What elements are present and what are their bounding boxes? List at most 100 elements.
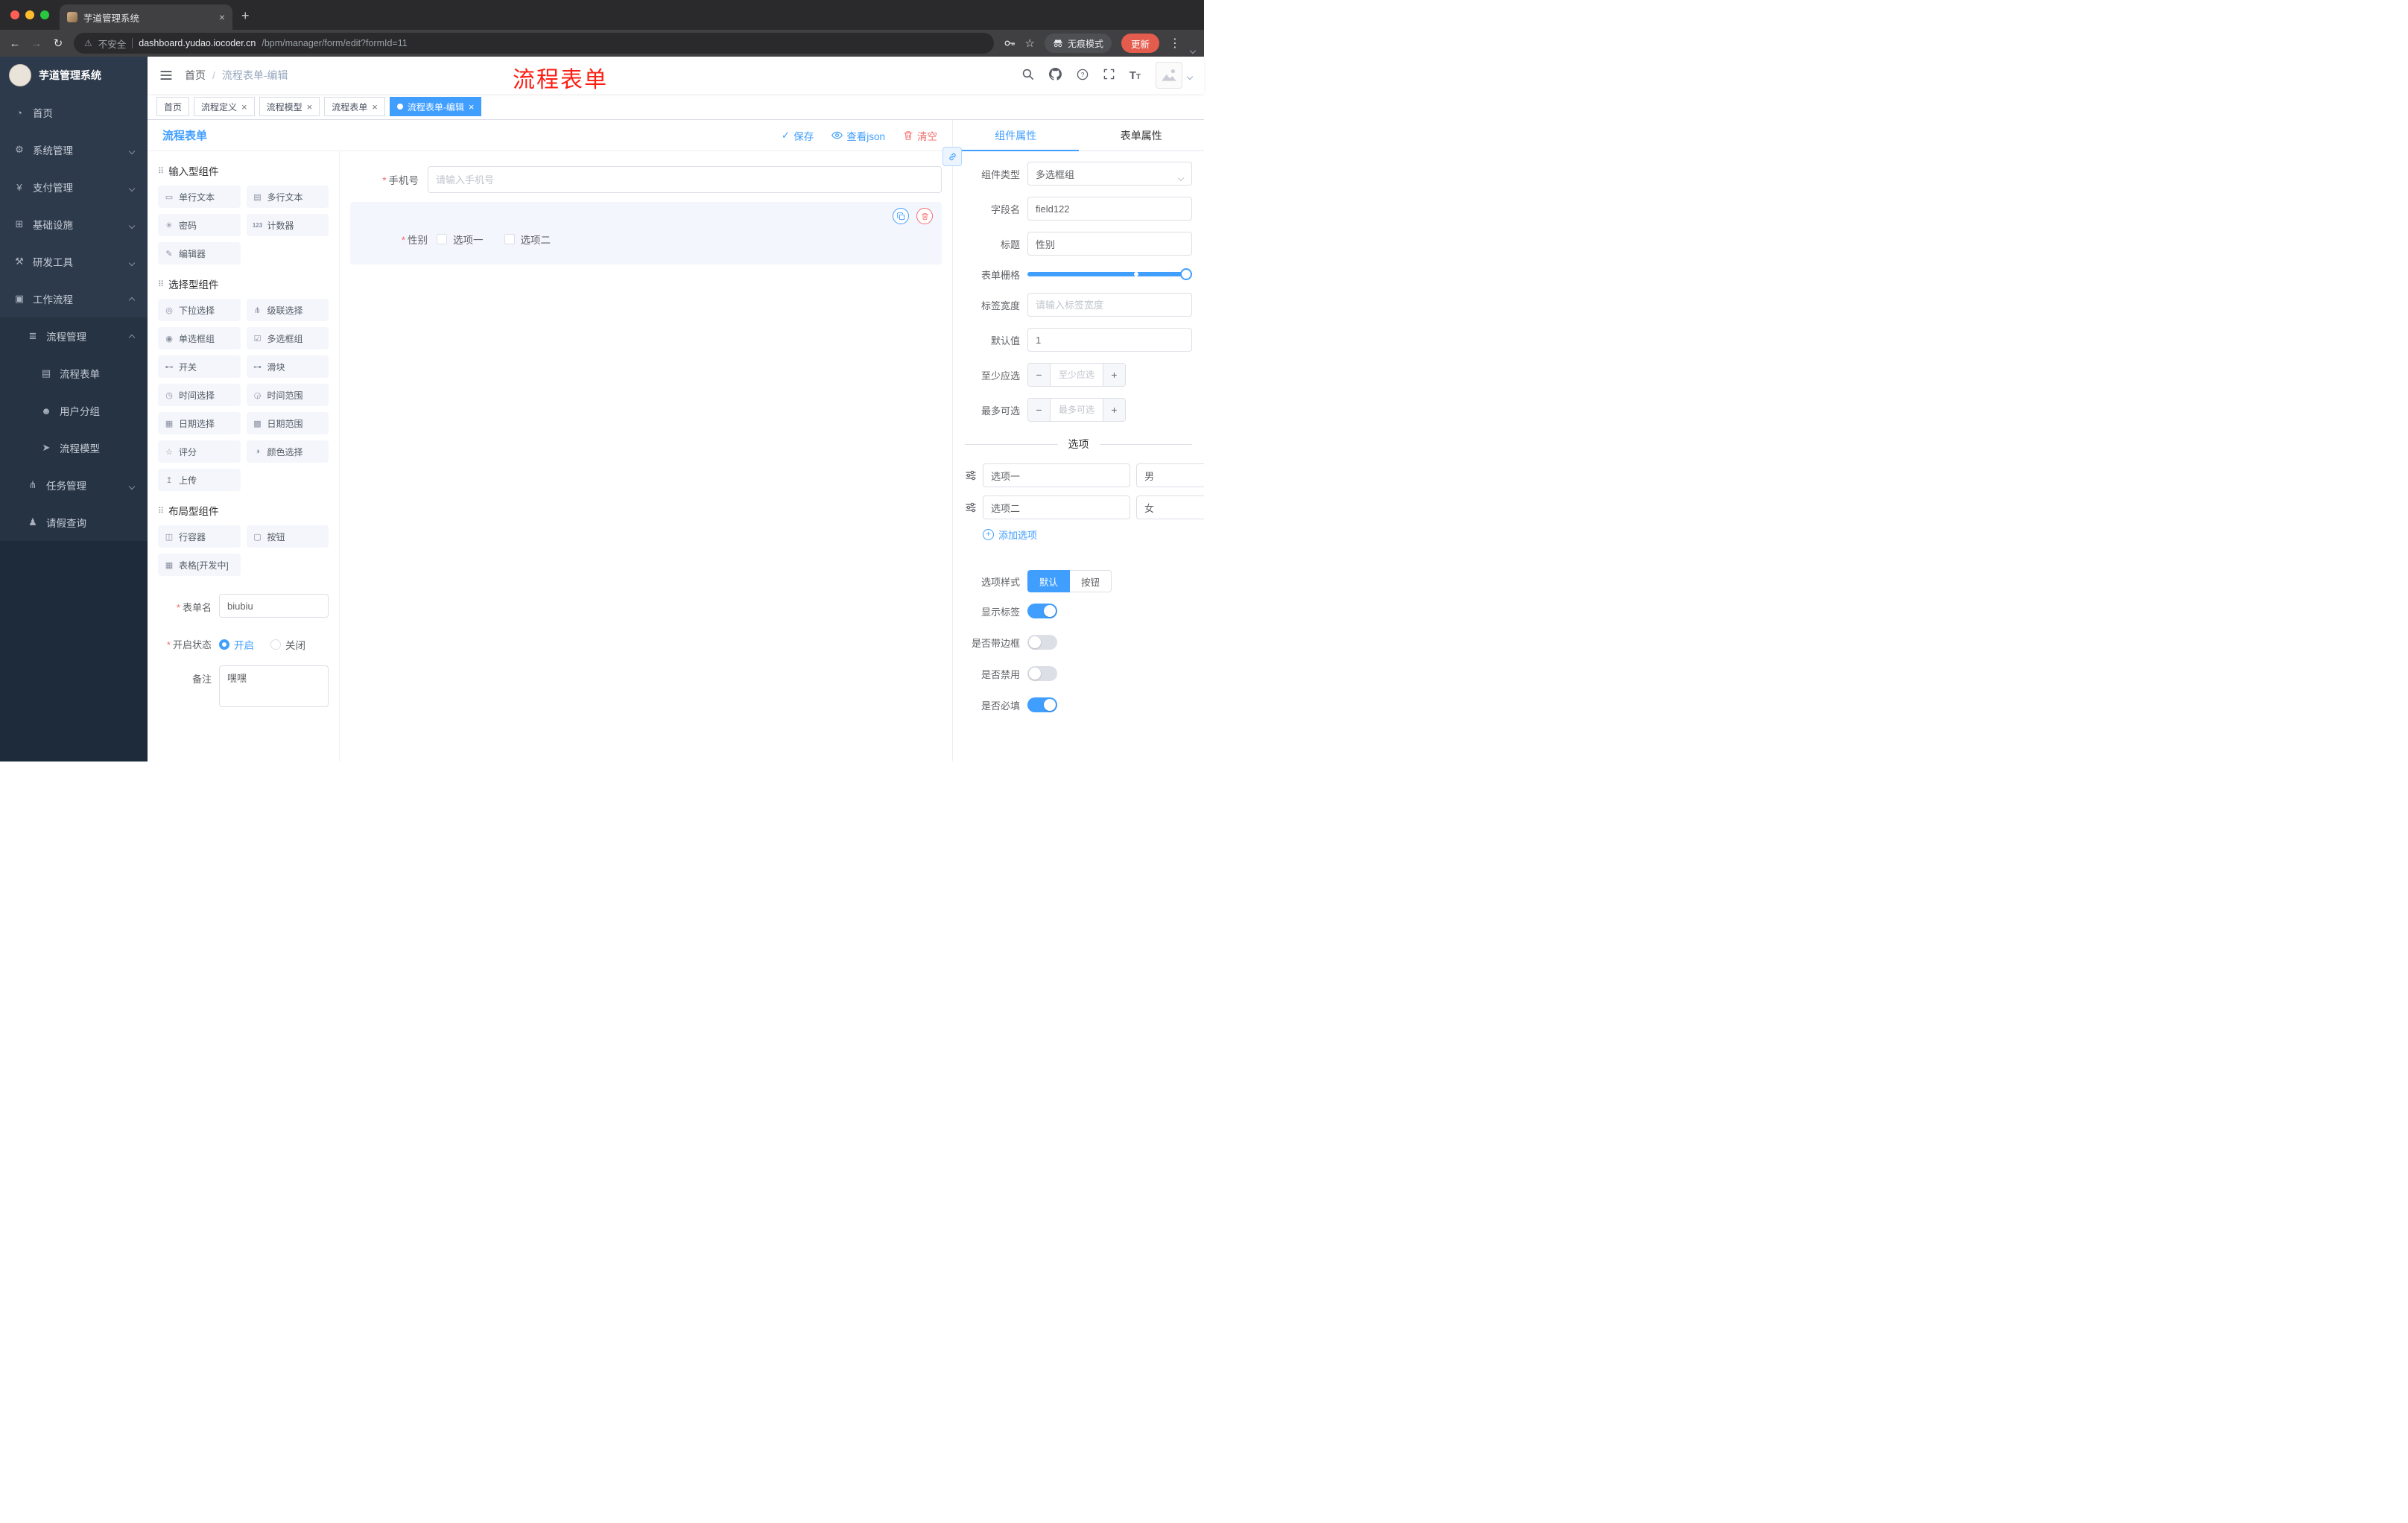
field-name-input[interactable] bbox=[1027, 197, 1192, 221]
reload-button[interactable]: ↻ bbox=[52, 37, 64, 50]
palette-item-date-picker[interactable]: ▦ 日期选择 bbox=[158, 412, 241, 434]
browser-menu-icon[interactable]: ⋮ bbox=[1169, 36, 1181, 51]
tag-process-form[interactable]: 流程表单 × bbox=[324, 97, 385, 116]
selected-widget-gender[interactable]: 性别 选项一 bbox=[350, 202, 942, 265]
chevron-down-icon[interactable] bbox=[1189, 43, 1197, 55]
close-icon[interactable]: × bbox=[372, 101, 378, 113]
tag-process-form-edit[interactable]: 流程表单-编辑 × bbox=[389, 97, 482, 116]
sidebar-item-workflow[interactable]: ▣ 工作流程 bbox=[0, 280, 148, 317]
address-bar[interactable]: ⚠ 不安全 dashboard.yudao.iocoder.cn /bpm/ma… bbox=[74, 33, 994, 54]
key-icon[interactable] bbox=[1004, 37, 1016, 49]
tab-close-icon[interactable]: × bbox=[219, 11, 225, 23]
fullscreen-icon[interactable] bbox=[1103, 69, 1115, 82]
palette-item-row-container[interactable]: ◫ 行容器 bbox=[158, 525, 241, 548]
search-icon[interactable] bbox=[1021, 68, 1034, 83]
checkbox-box[interactable] bbox=[504, 234, 515, 244]
palette-item-slider[interactable]: ⊶ 滑块 bbox=[246, 355, 329, 378]
user-avatar-wrap[interactable] bbox=[1156, 62, 1194, 89]
palette-item-editor[interactable]: ✎ 编辑器 bbox=[158, 242, 241, 265]
sidebar-item-process-form[interactable]: ▤ 流程表单 bbox=[0, 355, 148, 392]
max-select-input[interactable] bbox=[1051, 399, 1103, 421]
palette-item-time-range[interactable]: ◶ 时间范围 bbox=[246, 384, 329, 406]
delete-widget-button[interactable] bbox=[916, 208, 933, 224]
tag-process-definition[interactable]: 流程定义 × bbox=[194, 97, 255, 116]
phone-input[interactable] bbox=[428, 166, 942, 193]
decrease-button[interactable]: − bbox=[1028, 399, 1051, 421]
tag-process-model[interactable]: 流程模型 × bbox=[259, 97, 320, 116]
sidebar-item-process-model[interactable]: ➤ 流程模型 bbox=[0, 429, 148, 466]
window-zoom-button[interactable] bbox=[40, 10, 49, 19]
avatar[interactable] bbox=[1156, 62, 1182, 89]
palette-item-upload[interactable]: ↥ 上传 bbox=[158, 469, 241, 491]
label-width-input[interactable] bbox=[1027, 293, 1192, 317]
new-tab-button[interactable]: + bbox=[241, 8, 250, 24]
title-input[interactable] bbox=[1027, 232, 1192, 256]
sidebar-item-user-group[interactable]: ☻ 用户分组 bbox=[0, 392, 148, 429]
palette-item-switch[interactable]: ⊷ 开关 bbox=[158, 355, 241, 378]
slider-track[interactable] bbox=[1027, 272, 1192, 276]
status-radio-off[interactable]: 关闭 bbox=[270, 637, 305, 652]
update-button[interactable]: 更新 bbox=[1121, 34, 1159, 53]
sidebar-item-leave-query[interactable]: ♟ 请假查询 bbox=[0, 504, 148, 541]
close-icon[interactable]: × bbox=[469, 101, 475, 113]
option-1-label-input[interactable] bbox=[983, 463, 1130, 487]
sidebar-item-payment[interactable]: ¥ 支付管理 bbox=[0, 168, 148, 206]
phone-field-row[interactable]: 手机号 bbox=[350, 166, 942, 193]
component-type-value[interactable] bbox=[1027, 162, 1192, 186]
browser-tab[interactable]: 芋道管理系统 × bbox=[60, 4, 232, 30]
palette-item-time-picker[interactable]: ◷ 时间选择 bbox=[158, 384, 241, 406]
palette-item-radio-group[interactable]: ◉ 单选框组 bbox=[158, 327, 241, 349]
style-default-button[interactable]: 默认 bbox=[1027, 570, 1071, 592]
font-size-icon[interactable] bbox=[1129, 69, 1141, 82]
palette-item-rate[interactable]: ☆ 评分 bbox=[158, 440, 241, 463]
form-name-input[interactable] bbox=[219, 594, 329, 618]
sidebar-item-task-management[interactable]: ⋔ 任务管理 bbox=[0, 466, 148, 504]
decrease-button[interactable]: − bbox=[1028, 364, 1051, 386]
palette-item-date-range[interactable]: ▩ 日期范围 bbox=[246, 412, 329, 434]
component-type-select[interactable] bbox=[1027, 162, 1192, 186]
show-label-switch[interactable] bbox=[1027, 604, 1057, 618]
remark-textarea[interactable]: 嘿嘿 bbox=[219, 665, 329, 707]
palette-item-counter[interactable]: 123 计数器 bbox=[246, 214, 329, 236]
forward-button[interactable]: → bbox=[31, 37, 42, 50]
github-icon[interactable] bbox=[1048, 68, 1062, 83]
bookmark-star-icon[interactable]: ☆ bbox=[1025, 37, 1035, 50]
save-button[interactable]: ✓ 保存 bbox=[782, 128, 814, 143]
breadcrumb-home[interactable]: 首页 bbox=[185, 68, 206, 83]
palette-item-cascader[interactable]: ⋔ 级联选择 bbox=[246, 299, 329, 321]
window-close-button[interactable] bbox=[10, 10, 19, 19]
option-2-label-input[interactable] bbox=[983, 495, 1130, 519]
help-icon[interactable]: ? bbox=[1077, 69, 1089, 83]
increase-button[interactable]: + bbox=[1103, 399, 1125, 421]
palette-item-multi-line-text[interactable]: ▤ 多行文本 bbox=[246, 186, 329, 208]
drag-handle-icon[interactable] bbox=[965, 469, 977, 481]
status-radio-on[interactable]: 开启 bbox=[219, 637, 254, 652]
option-1-value-input[interactable] bbox=[1136, 463, 1204, 487]
view-json-button[interactable]: 查看json bbox=[831, 128, 885, 143]
drag-handle-icon[interactable] bbox=[965, 501, 977, 513]
checkbox-option-2[interactable]: 选项二 bbox=[504, 232, 551, 247]
sidebar-item-system[interactable]: ⚙ 系统管理 bbox=[0, 131, 148, 168]
grid-slider[interactable] bbox=[1027, 268, 1192, 280]
tag-home[interactable]: 首页 bbox=[156, 97, 190, 116]
sidebar-item-infra[interactable]: ⊞ 基础设施 bbox=[0, 206, 148, 243]
palette-item-checkbox-group[interactable]: ☑ 多选框组 bbox=[246, 327, 329, 349]
hamburger-icon[interactable] bbox=[159, 69, 173, 82]
increase-button[interactable]: + bbox=[1103, 364, 1125, 386]
sidebar-item-devtools[interactable]: ⚒ 研发工具 bbox=[0, 243, 148, 280]
link-icon[interactable] bbox=[942, 147, 962, 166]
window-minimize-button[interactable] bbox=[25, 10, 34, 19]
close-icon[interactable]: × bbox=[241, 101, 247, 113]
back-button[interactable]: ← bbox=[9, 37, 21, 50]
slider-handle[interactable] bbox=[1180, 268, 1192, 280]
option-2-value-input[interactable] bbox=[1136, 495, 1204, 519]
palette-item-select[interactable]: ◎ 下拉选择 bbox=[158, 299, 241, 321]
copy-widget-button[interactable] bbox=[893, 208, 909, 224]
border-switch[interactable] bbox=[1027, 635, 1057, 650]
style-button-button[interactable]: 按钮 bbox=[1070, 570, 1112, 592]
disabled-switch[interactable] bbox=[1027, 666, 1057, 681]
palette-item-password[interactable]: ✳ 密码 bbox=[158, 214, 241, 236]
required-switch[interactable] bbox=[1027, 697, 1057, 712]
palette-item-button[interactable]: ▢ 按钮 bbox=[246, 525, 329, 548]
sidebar-item-process-management[interactable]: ≣ 流程管理 bbox=[0, 317, 148, 355]
